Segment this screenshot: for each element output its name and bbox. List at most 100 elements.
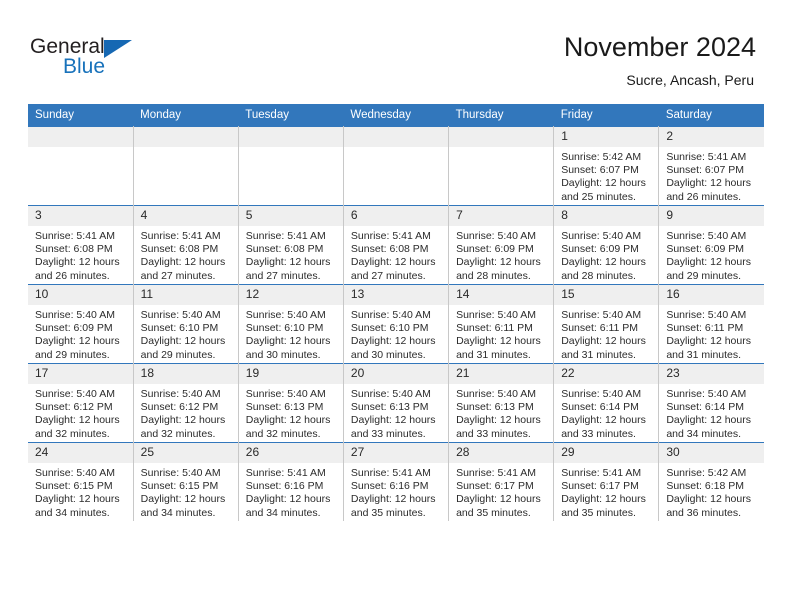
calendar-day-cell[interactable]: 8 Sunrise: 5:40 AM Sunset: 6:09 PM Daylight… [553,205,660,285]
calendar-day-cell[interactable]: 28 Sunrise: 5:41 AM Sunset: 6:17 PM Dayligh… [448,442,555,521]
calendar-day-cell-empty [133,126,239,206]
daylight-text-line1: Daylight: 12 hours [561,493,646,506]
calendar-day-cell[interactable]: 27 Sunrise: 5:41 AM Sunset: 6:16 PM Dayligh… [343,442,450,521]
daylight-text-line1: Daylight: 12 hours [666,177,751,190]
day-details: Sunrise: 5:40 AM Sunset: 6:15 PM Daylight:… [28,463,133,520]
sunset-text: Sunset: 6:08 PM [245,243,324,256]
day-number: 3 [28,206,133,226]
calendar-day-cell[interactable]: 17 Sunrise: 5:40 AM Sunset: 6:12 PM Dayligh… [28,363,134,443]
day-number: 7 [449,206,554,226]
daylight-text-line1: Daylight: 12 hours [140,256,226,269]
day-cell-inner: 30 Sunrise: 5:42 AM Sunset: 6:18 PM Dayligh… [659,443,764,521]
calendar-day-cell[interactable]: 12 Sunrise: 5:40 AM Sunset: 6:10 PM Dayligh… [238,284,344,364]
calendar-day-cell[interactable]: 7 Sunrise: 5:40 AM Sunset: 6:09 PM Daylight… [448,205,555,285]
day-cell-inner: 22 Sunrise: 5:40 AM Sunset: 6:14 PM Dayligh… [554,364,659,442]
calendar-week-row: 24 Sunrise: 5:40 AM Sunset: 6:15 PM Dayligh… [28,442,764,521]
calendar-week-row: 17 Sunrise: 5:40 AM Sunset: 6:12 PM Dayligh… [28,363,764,443]
day-number: 5 [238,206,343,226]
daylight-text-line1: Daylight: 12 hours [561,177,646,190]
daylight-text-line2: and 34 minutes. [35,506,110,519]
calendar-day-cell[interactable]: 20 Sunrise: 5:40 AM Sunset: 6:13 PM Dayligh… [343,363,450,443]
day-details: Sunrise: 5:40 AM Sunset: 6:11 PM Daylight:… [449,305,553,362]
day-cell-inner: 28 Sunrise: 5:41 AM Sunset: 6:17 PM Dayligh… [449,443,554,521]
calendar-day-cell[interactable]: 16 Sunrise: 5:40 AM Sunset: 6:11 PM Dayligh… [658,284,764,364]
sunrise-text: Sunrise: 5:40 AM [456,309,537,321]
calendar-day-cell[interactable]: 6 Sunrise: 5:41 AM Sunset: 6:08 PM Daylight… [343,205,450,285]
sunset-text: Sunset: 6:14 PM [561,401,639,414]
sunrise-text: Sunrise: 5:41 AM [245,230,326,242]
day-cell-inner: 11 Sunrise: 5:40 AM Sunset: 6:10 PM Dayligh… [133,285,238,363]
day-details: Sunrise: 5:40 AM Sunset: 6:09 PM Daylight:… [554,226,658,283]
calendar-day-cell[interactable]: 9 Sunrise: 5:40 AM Sunset: 6:09 PM Daylight… [658,205,764,285]
sunrise-text: Sunrise: 5:42 AM [561,151,642,163]
day-number [238,127,343,147]
calendar-day-cell[interactable]: 5 Sunrise: 5:41 AM Sunset: 6:08 PM Daylight… [238,205,344,285]
calendar-day-cell[interactable]: 4 Sunrise: 5:41 AM Sunset: 6:08 PM Daylight… [133,205,239,285]
calendar-day-cell[interactable]: 25 Sunrise: 5:40 AM Sunset: 6:15 PM Dayligh… [133,442,239,521]
calendar-body: 1 Sunrise: 5:42 AM Sunset: 6:07 PM Daylight… [28,126,764,521]
calendar-week-row: 1 Sunrise: 5:42 AM Sunset: 6:07 PM Daylight… [28,126,764,206]
general-blue-logo[interactable]: General Blue [30,36,150,84]
daylight-text-line2: and 34 minutes. [245,506,321,519]
sunrise-text: Sunrise: 5:40 AM [561,309,642,321]
calendar-day-cell[interactable]: 21 Sunrise: 5:40 AM Sunset: 6:13 PM Dayligh… [448,363,555,443]
calendar-day-cell[interactable]: 10 Sunrise: 5:40 AM Sunset: 6:09 PM Dayligh… [28,284,134,364]
day-cell-inner: 13 Sunrise: 5:40 AM Sunset: 6:10 PM Dayligh… [343,285,449,363]
sunrise-text: Sunrise: 5:40 AM [456,230,537,242]
sunrise-text: Sunrise: 5:41 AM [350,230,431,242]
day-details: Sunrise: 5:41 AM Sunset: 6:17 PM Daylight:… [554,463,658,520]
calendar-day-cell[interactable]: 19 Sunrise: 5:40 AM Sunset: 6:13 PM Dayligh… [238,363,344,443]
calendar-day-cell[interactable]: 24 Sunrise: 5:40 AM Sunset: 6:15 PM Dayligh… [28,442,134,521]
day-number: 15 [554,285,659,305]
daylight-text-line2: and 27 minutes. [140,269,216,282]
sunset-text: Sunset: 6:08 PM [35,243,113,256]
calendar-day-cell[interactable]: 1 Sunrise: 5:42 AM Sunset: 6:07 PM Daylight… [553,126,660,206]
daylight-text-line1: Daylight: 12 hours [35,414,120,427]
daylight-text-line2: and 29 minutes. [666,269,742,282]
calendar-day-cell[interactable]: 15 Sunrise: 5:40 AM Sunset: 6:11 PM Dayligh… [553,284,660,364]
daylight-text-line2: and 27 minutes. [350,269,426,282]
day-number [133,127,238,147]
daylight-text-line2: and 31 minutes. [456,348,531,361]
day-cell-inner: 27 Sunrise: 5:41 AM Sunset: 6:16 PM Dayligh… [343,443,449,521]
day-number: 18 [133,364,238,384]
calendar-day-cell[interactable]: 30 Sunrise: 5:42 AM Sunset: 6:18 PM Dayligh… [658,442,764,521]
day-details: Sunrise: 5:40 AM Sunset: 6:10 PM Daylight:… [344,305,448,362]
calendar-day-cell[interactable]: 14 Sunrise: 5:40 AM Sunset: 6:11 PM Dayligh… [448,284,555,364]
sunset-text: Sunset: 6:12 PM [140,401,219,414]
calendar-day-cell-empty [343,126,450,206]
sunrise-text: Sunrise: 5:40 AM [140,309,221,321]
day-cell-inner: 19 Sunrise: 5:40 AM Sunset: 6:13 PM Dayligh… [238,364,343,442]
day-details: Sunrise: 5:40 AM Sunset: 6:10 PM Daylight:… [134,305,238,362]
day-cell-inner: 10 Sunrise: 5:40 AM Sunset: 6:09 PM Dayligh… [28,285,133,363]
calendar-day-cell-empty [238,126,344,206]
daylight-text-line1: Daylight: 12 hours [35,335,120,348]
daylight-text-line1: Daylight: 12 hours [140,335,226,348]
day-cell-inner: 15 Sunrise: 5:40 AM Sunset: 6:11 PM Dayligh… [554,285,659,363]
calendar-day-cell[interactable]: 18 Sunrise: 5:40 AM Sunset: 6:12 PM Dayligh… [133,363,239,443]
calendar-day-cell[interactable]: 3 Sunrise: 5:41 AM Sunset: 6:08 PM Daylight… [28,205,134,285]
calendar-day-cell[interactable]: 11 Sunrise: 5:40 AM Sunset: 6:10 PM Dayligh… [133,284,239,364]
daylight-text-line1: Daylight: 12 hours [350,256,436,269]
day-cell-inner: 26 Sunrise: 5:41 AM Sunset: 6:16 PM Dayligh… [238,443,343,521]
day-number [343,127,449,147]
page-header: General Blue November 2024 Sucre, Ancash… [0,0,792,104]
sunrise-text: Sunrise: 5:41 AM [456,467,537,479]
sunrise-text: Sunrise: 5:41 AM [35,230,115,242]
day-cell-inner: 12 Sunrise: 5:40 AM Sunset: 6:10 PM Dayligh… [238,285,343,363]
day-details: Sunrise: 5:40 AM Sunset: 6:12 PM Daylight:… [134,384,238,441]
calendar-day-cell-empty [448,126,555,206]
day-cell-inner: 23 Sunrise: 5:40 AM Sunset: 6:14 PM Dayligh… [659,364,764,442]
daylight-text-line1: Daylight: 12 hours [350,335,436,348]
day-number: 12 [238,285,343,305]
calendar-day-cell[interactable]: 23 Sunrise: 5:40 AM Sunset: 6:14 PM Dayligh… [658,363,764,443]
calendar-week-row: 10 Sunrise: 5:40 AM Sunset: 6:09 PM Dayligh… [28,284,764,364]
calendar-day-cell[interactable]: 22 Sunrise: 5:40 AM Sunset: 6:14 PM Dayligh… [553,363,660,443]
calendar-day-cell[interactable]: 2 Sunrise: 5:41 AM Sunset: 6:07 PM Daylight… [658,126,764,206]
day-number: 14 [449,285,554,305]
sunset-text: Sunset: 6:15 PM [140,480,219,493]
calendar-day-cell[interactable]: 13 Sunrise: 5:40 AM Sunset: 6:10 PM Dayligh… [343,284,450,364]
calendar-day-cell[interactable]: 26 Sunrise: 5:41 AM Sunset: 6:16 PM Dayligh… [238,442,344,521]
weekday-header-tuesday: Tuesday [238,104,344,127]
calendar-day-cell[interactable]: 29 Sunrise: 5:41 AM Sunset: 6:17 PM Dayligh… [553,442,660,521]
